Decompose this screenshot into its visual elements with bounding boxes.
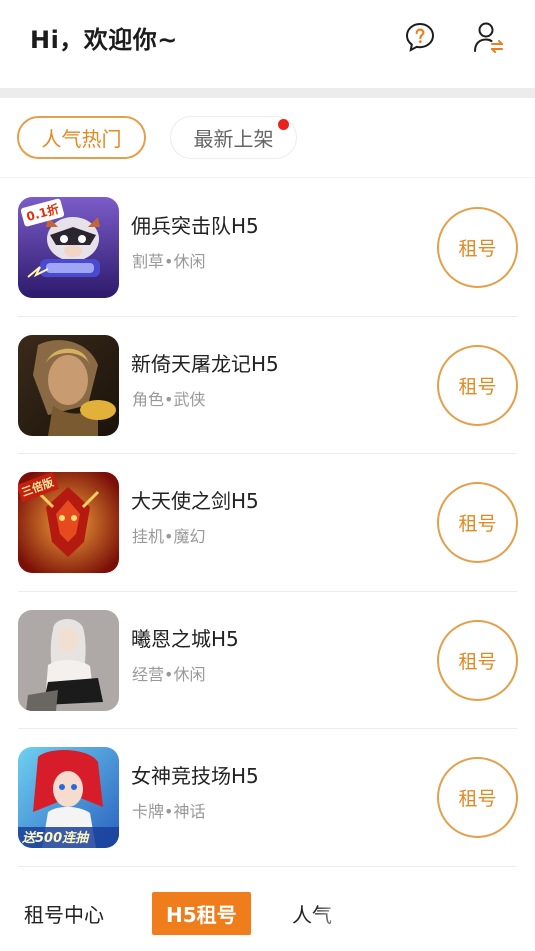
game-title[interactable]: 曦恩之城H5 <box>131 623 239 652</box>
game-tags: 割草•休闲 <box>132 252 206 271</box>
game-title[interactable]: 女神竞技场H5 <box>131 760 259 789</box>
game-thumbnail[interactable]: 三倍版 <box>18 472 119 574</box>
tab-newest[interactable]: 最新上架 <box>170 116 297 159</box>
game-thumbnail[interactable]: 0.1折 <box>18 197 119 298</box>
game-row[interactable]: 曦恩之城H5 经营•休闲 租号 <box>0 592 535 730</box>
game-row[interactable]: 新倚天屠龙记H5 角色•武侠 租号 <box>0 317 535 455</box>
game-title[interactable]: 新倚天屠龙记H5 <box>131 348 279 377</box>
category-tabs: 人气热门 最新上架 <box>0 98 535 178</box>
game-title[interactable]: 大天使之剑H5 <box>131 485 259 514</box>
game-thumbnail[interactable]: 送500连抽 <box>18 747 119 849</box>
row-divider <box>18 865 517 867</box>
game-badge: 送500连抽 <box>22 831 89 847</box>
rent-button-label: 租号 <box>458 650 497 673</box>
game-thumbnail[interactable] <box>18 609 119 711</box>
game-row[interactable]: 三倍版 大天使之剑H5 挂机•魔幻 租号 <box>0 454 535 592</box>
rent-button[interactable]: 租号 <box>437 207 518 288</box>
game-row[interactable]: 0.1折 佣兵突击队H5 割草•休闲 租号 <box>0 179 535 317</box>
game-thumbnail[interactable] <box>18 334 119 436</box>
rent-button-label: 租号 <box>458 375 497 398</box>
help-question-icon[interactable] <box>403 20 437 54</box>
tab-popular[interactable]: 人气热门 <box>17 116 146 159</box>
game-tags: 角色•武侠 <box>132 389 206 409</box>
rent-button-label: 租号 <box>458 513 497 536</box>
nav-h5-rent[interactable]: H5租号 <box>152 892 251 935</box>
rent-button-label: 租号 <box>458 238 497 260</box>
app-header: Hi，欢迎你~ <box>0 0 535 88</box>
rent-button-label: 租号 <box>458 788 497 811</box>
game-tags: 卡牌•神话 <box>132 802 206 822</box>
nav-fade-overlay-right <box>470 890 535 940</box>
game-row[interactable]: 送500连抽 女神竞技场H5 卡牌•神话 租号 <box>0 729 535 867</box>
nav-rent-center[interactable]: 租号中心 <box>24 899 104 928</box>
tab-popular-label: 人气热门 <box>41 127 122 151</box>
section-divider <box>0 88 535 98</box>
nav-fade-overlay <box>316 890 376 940</box>
tab-newest-label: 最新上架 <box>193 127 274 151</box>
greeting-title: Hi，欢迎你~ <box>30 26 178 54</box>
game-title[interactable]: 佣兵突击队H5 <box>131 210 259 239</box>
rent-button[interactable]: 租号 <box>437 619 518 701</box>
game-tags: 挂机•魔幻 <box>132 527 206 547</box>
rent-button[interactable]: 租号 <box>437 757 518 839</box>
game-tags: 经营•休闲 <box>132 664 206 684</box>
game-list: 0.1折 佣兵突击队H5 割草•休闲 租号 新倚天屠龙记H5 角色•武侠 租号 … <box>0 179 535 867</box>
user-switch-icon[interactable] <box>472 20 506 54</box>
new-dot-badge <box>278 119 289 130</box>
rent-button[interactable]: 租号 <box>437 482 518 564</box>
bottom-category-nav: 租号中心 H5租号 人气 <box>0 880 535 951</box>
rent-button[interactable]: 租号 <box>437 344 518 426</box>
